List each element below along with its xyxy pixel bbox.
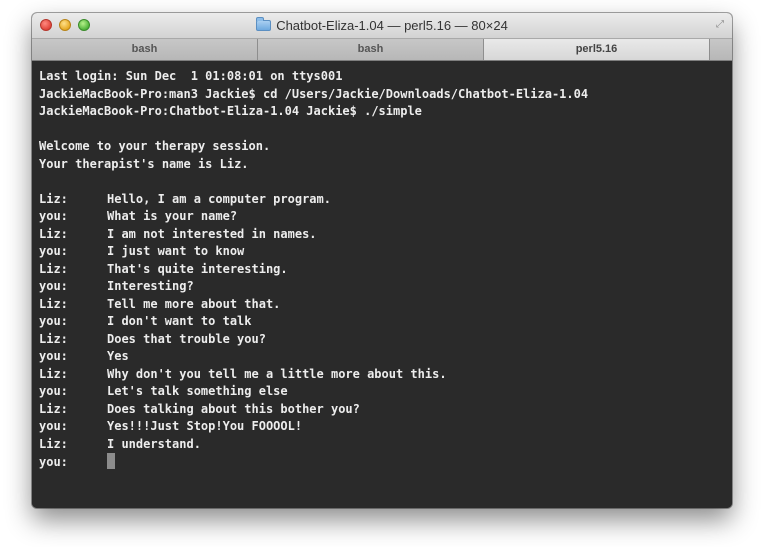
welcome-line: Your therapist's name is Liz.: [39, 156, 249, 171]
message-text: Does that trouble you?: [107, 331, 266, 346]
speaker-label: Liz:: [39, 366, 68, 381]
conversation-line: you: Yes: [39, 348, 732, 366]
message-text: I am not interested in names.: [107, 226, 317, 241]
conversation-line: Liz: Hello, I am a computer program.: [39, 191, 732, 209]
tab-bar: bash bash perl5.16: [32, 39, 732, 61]
conversation-line: Liz: Does that trouble you?: [39, 331, 732, 349]
speaker-label: you:: [39, 349, 68, 363]
message-text: Does talking about this bother you?: [107, 401, 360, 416]
fullscreen-icon[interactable]: ⤢: [716, 19, 724, 30]
speaker-label: you:: [39, 384, 68, 398]
window-title-container: Chatbot-Eliza-1.04 — perl5.16 — 80×24: [32, 13, 732, 39]
message-text: What is your name?: [107, 209, 238, 223]
speaker-label: Liz:: [39, 191, 68, 206]
conversation-line: Liz: Tell me more about that.: [39, 296, 732, 314]
message-text: Tell me more about that.: [107, 296, 281, 311]
message-text: Yes: [107, 349, 129, 363]
speaker-label: you:: [39, 279, 68, 293]
tab-bash-1[interactable]: bash: [32, 39, 258, 60]
conversation-line: Liz: I understand.: [39, 436, 732, 454]
speaker-label: Liz:: [39, 401, 68, 416]
conversation-line: you: Yes!!!Just Stop!You FOOOOL!: [39, 418, 732, 436]
terminal-output[interactable]: Last login: Sun Dec 1 01:08:01 on ttys00…: [32, 61, 732, 508]
session-line: JackieMacBook-Pro:man3 Jackie$ cd /Users…: [39, 86, 589, 101]
message-text: I just want to know: [107, 244, 245, 258]
conversation-line: you: Let's talk something else: [39, 383, 732, 401]
session-line: JackieMacBook-Pro:Chatbot-Eliza-1.04 Jac…: [39, 104, 422, 118]
message-text: Interesting?: [107, 279, 194, 293]
speaker-label: Liz:: [39, 296, 68, 311]
message-text: Yes!!!Just Stop!You FOOOOL!: [107, 419, 303, 433]
speaker-label: Liz:: [39, 436, 68, 451]
speaker-label: you:: [39, 244, 68, 258]
speaker-label: you:: [39, 209, 68, 223]
conversation-line: Liz: Why don't you tell me a little more …: [39, 366, 732, 384]
title-bar[interactable]: Chatbot-Eliza-1.04 — perl5.16 — 80×24 ⤢: [32, 13, 732, 39]
message-text: Let's talk something else: [107, 384, 288, 398]
conversation-line: you: What is your name?: [39, 208, 732, 226]
message-text: Why don't you tell me a little more abou…: [107, 366, 447, 381]
conversation-line: you: Interesting?: [39, 278, 732, 296]
session-line: Last login: Sun Dec 1 01:08:01 on ttys00…: [39, 69, 343, 83]
conversation-line: you: I don't want to talk: [39, 313, 732, 331]
folder-icon: [256, 17, 272, 31]
terminal-window: Chatbot-Eliza-1.04 — perl5.16 — 80×24 ⤢ …: [32, 13, 732, 508]
speaker-label: Liz:: [39, 261, 68, 276]
speaker-label: you:: [39, 314, 68, 328]
tab-bash-2[interactable]: bash: [258, 39, 484, 60]
message-text: I don't want to talk: [107, 314, 252, 328]
tab-bar-empty-area[interactable]: [710, 39, 732, 60]
conversation-line: Liz: That's quite interesting.: [39, 261, 732, 279]
tab-perl[interactable]: perl5.16: [484, 39, 710, 60]
message-text: That's quite interesting.: [107, 261, 288, 276]
speaker-label: Liz:: [39, 331, 68, 346]
text-cursor: [107, 453, 115, 469]
window-title: Chatbot-Eliza-1.04 — perl5.16 — 80×24: [276, 18, 508, 33]
prompt-label: you:: [39, 455, 68, 469]
conversation-line: you: I just want to know: [39, 243, 732, 261]
welcome-line: Welcome to your therapy session.: [39, 139, 271, 153]
speaker-label: you:: [39, 419, 68, 433]
speaker-label: Liz:: [39, 226, 68, 241]
conversation-line: Liz: Does talking about this bother you?: [39, 401, 732, 419]
conversation-line: Liz: I am not interested in names.: [39, 226, 732, 244]
message-text: I understand.: [107, 436, 201, 451]
message-text: Hello, I am a computer program.: [107, 191, 331, 206]
input-prompt-line[interactable]: you:: [39, 453, 732, 471]
